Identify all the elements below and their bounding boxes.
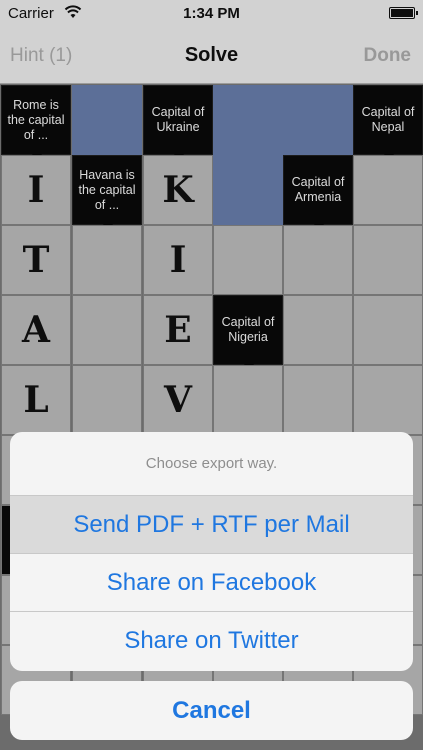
share-twitter-button[interactable]: Share on Twitter — [10, 612, 413, 670]
action-sheet-title: Choose export way. — [10, 432, 413, 496]
cancel-button[interactable]: Cancel — [10, 681, 413, 740]
export-action-sheet: Choose export way. Send PDF + RTF per Ma… — [10, 432, 413, 671]
send-pdf-rtf-mail-button[interactable]: Send PDF + RTF per Mail — [10, 496, 413, 554]
share-facebook-button[interactable]: Share on Facebook — [10, 554, 413, 612]
